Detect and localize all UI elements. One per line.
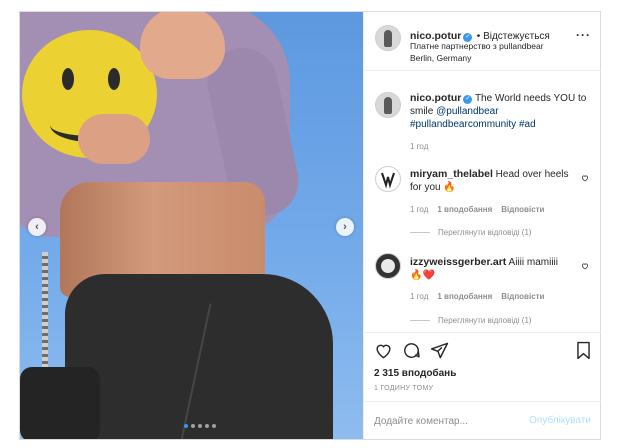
publish-button[interactable]: Опублікувати <box>529 415 591 426</box>
carousel-indicator <box>184 424 216 428</box>
more-options-icon[interactable]: ··· <box>576 28 591 42</box>
chevron-left-icon: ‹ <box>35 221 39 233</box>
post-photo[interactable]: ‹ › <box>20 12 363 439</box>
photo-hand <box>140 12 225 79</box>
caption-avatar[interactable] <box>375 92 401 118</box>
comment-meta: 1 год 1 вподобання Відповісти <box>410 205 544 214</box>
comment-text: miryam_thelabel Head over heels for you … <box>410 168 569 193</box>
comment-like-icon[interactable] <box>581 174 589 182</box>
comments-list: nico.potur ✓ The World needs YOU to smile… <box>364 70 601 332</box>
caption-meta: 1 год <box>410 142 428 151</box>
comment-time[interactable]: 1 год <box>410 205 428 214</box>
author-avatar[interactable] <box>375 25 401 51</box>
post-side-panel: nico.potur ✓ • Відстежується Платне партн… <box>363 12 601 439</box>
chevron-right-icon: › <box>343 221 347 233</box>
carousel-dot <box>198 424 202 428</box>
bookmark-icon[interactable] <box>574 341 593 360</box>
comment-icon[interactable] <box>402 341 421 360</box>
reply-button[interactable]: Відповісти <box>501 292 544 301</box>
photo-fist <box>78 114 150 164</box>
post-header: nico.potur ✓ • Відстежується Платне партн… <box>364 12 601 71</box>
location-link[interactable]: Berlin, Germany <box>410 53 471 63</box>
photo-bag-chain <box>42 252 48 382</box>
view-replies-button[interactable]: Переглянути відповіді (1) <box>410 228 532 237</box>
mention-link[interactable]: @pullandbear <box>436 106 498 117</box>
commenter-username[interactable]: miryam_thelabel <box>410 168 493 180</box>
paid-partnership-label[interactable]: Платне партнерство з pullandbear <box>410 41 544 51</box>
photo-bag <box>20 367 100 439</box>
carousel-dot <box>205 424 209 428</box>
comment-likes[interactable]: 1 вподобання <box>437 292 492 301</box>
comment-meta: 1 год 1 вподобання Відповісти <box>410 292 544 301</box>
caption-time[interactable]: 1 год <box>410 142 428 151</box>
hashtags-link[interactable]: #pullandbearcommunity #ad <box>410 119 536 130</box>
instagram-post: ‹ › nico.potur ✓ • Відстежується Платне п… <box>19 11 601 440</box>
commenter-avatar[interactable] <box>375 166 401 192</box>
carousel-next-button[interactable]: › <box>336 218 354 236</box>
view-replies-button[interactable]: Переглянути відповіді (1) <box>410 316 532 325</box>
share-icon[interactable] <box>430 341 449 360</box>
heart-icon[interactable] <box>374 341 393 360</box>
carousel-dot <box>212 424 216 428</box>
commenter-username[interactable]: izzyweissgerber.art <box>410 256 506 268</box>
post-actions: 2 315 вподобань 1 ГОДИНУ ТОМУ <box>364 332 601 401</box>
comment-text: izzyweissgerber.art Aiiii mamiiii🔥❤️ <box>410 256 558 281</box>
reply-button[interactable]: Відповісти <box>501 205 544 214</box>
likes-count[interactable]: 2 315 вподобань <box>374 368 456 379</box>
comment-likes[interactable]: 1 вподобання <box>437 205 492 214</box>
carousel-prev-button[interactable]: ‹ <box>28 218 46 236</box>
caption-text: nico.potur ✓ The World needs YOU to smile… <box>410 92 587 130</box>
add-comment-bar: Опублікувати <box>364 401 601 440</box>
caption-username[interactable]: nico.potur <box>410 92 461 104</box>
carousel-dot <box>184 424 188 428</box>
commenter-avatar[interactable] <box>375 253 401 279</box>
verified-icon: ✓ <box>463 95 473 104</box>
comment-like-icon[interactable] <box>581 262 589 270</box>
comment-input[interactable] <box>374 413 524 429</box>
comment-time[interactable]: 1 год <box>410 292 428 301</box>
carousel-dot <box>191 424 195 428</box>
post-time[interactable]: 1 ГОДИНУ ТОМУ <box>374 385 433 392</box>
